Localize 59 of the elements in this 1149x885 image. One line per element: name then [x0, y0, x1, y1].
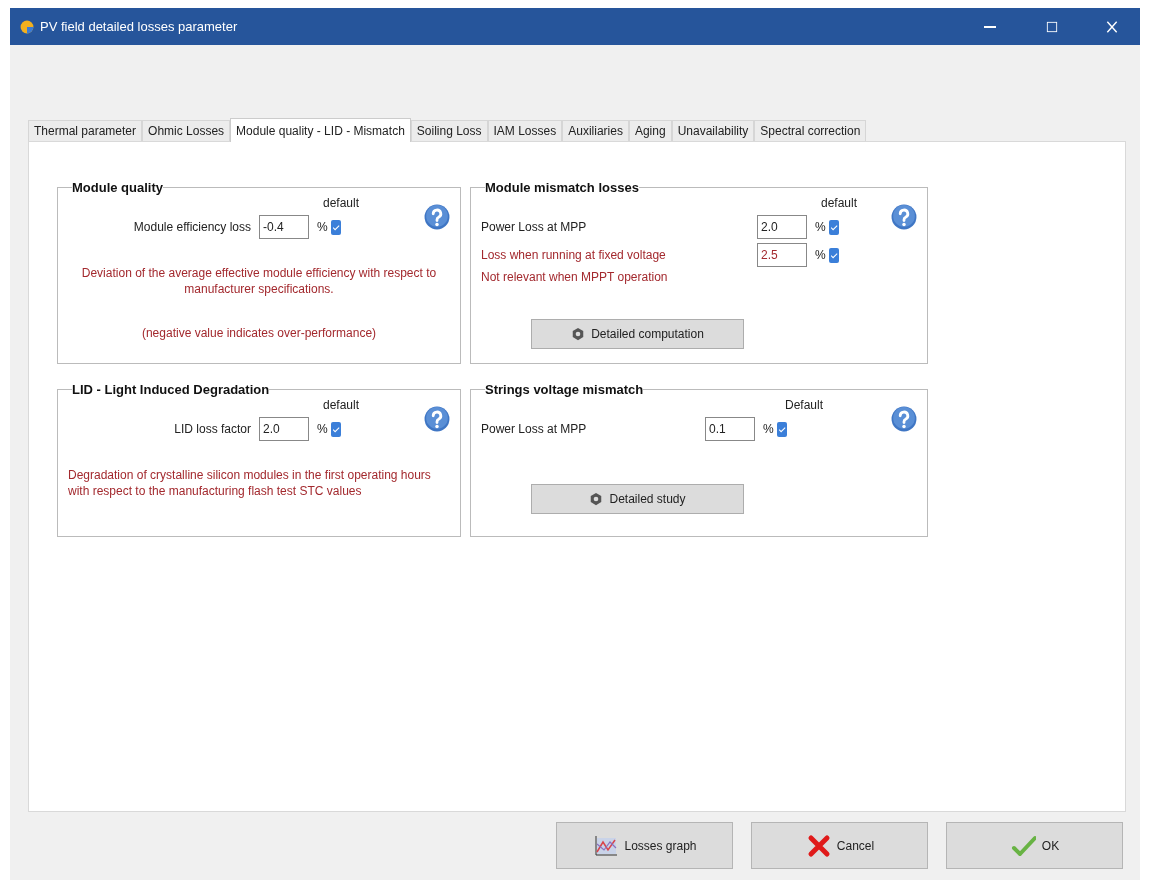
- tab[interactable]: IAM Losses: [487, 120, 563, 141]
- checkbox[interactable]: [828, 247, 839, 263]
- input-field[interactable]: 2.0: [259, 417, 309, 441]
- unit-label: %: [763, 422, 774, 436]
- sun-icon: [20, 19, 34, 34]
- note-text: Degradation of crystalline silicon modules in the first operating hours with respect to the manufacturing flash test STC values: [68, 467, 432, 499]
- checkbox[interactable]: [828, 219, 839, 235]
- cancel-button[interactable]: Cancel: [751, 822, 928, 869]
- graph-button[interactable]: Losses graph: [556, 822, 733, 869]
- check-icon: [1009, 833, 1036, 858]
- checkbox[interactable]: [330, 219, 341, 235]
- maximize-icon: [1045, 19, 1059, 34]
- group-title: Strings voltage mismatch: [485, 382, 644, 397]
- group-title: Module mismatch losses: [485, 180, 639, 195]
- default-label: Default: [784, 397, 825, 413]
- field-label: LID loss factor: [173, 422, 251, 436]
- field-label: Power Loss at MPP: [481, 422, 588, 436]
- gear-icon: [589, 492, 604, 506]
- tab[interactable]: Spectral correction: [754, 120, 867, 141]
- unit-label: %: [317, 422, 328, 436]
- group-title: Module quality: [72, 180, 163, 195]
- help-icon[interactable]: [424, 204, 450, 230]
- default-label: default: [820, 195, 859, 211]
- default-label: default: [322, 397, 361, 413]
- detail-button[interactable]: Detailed computation: [531, 319, 744, 349]
- input-field[interactable]: 2.5: [757, 243, 807, 267]
- window-title: PV field detailed losses parameter: [40, 19, 239, 34]
- note-text: Deviation of the average effective module efficiency with respect to manufacturer specifications.: [80, 265, 438, 297]
- field-label: Loss when running at fixed voltage: [481, 248, 667, 262]
- input-field[interactable]: 0.1: [705, 417, 755, 441]
- note-text: (negative value indicates over-performance): [140, 325, 378, 341]
- unit-label: %: [317, 220, 328, 234]
- chart-icon: [592, 833, 619, 858]
- ok-button[interactable]: OK: [946, 822, 1123, 869]
- minimize-icon: [984, 25, 996, 28]
- tab[interactable]: Aging: [628, 120, 672, 141]
- checkbox[interactable]: [776, 421, 787, 437]
- gear-icon: [571, 327, 586, 341]
- unit-label: %: [815, 220, 826, 234]
- field-label: Module efficiency loss: [132, 220, 251, 234]
- help-icon[interactable]: [891, 204, 917, 230]
- tab[interactable]: Thermal parameter: [28, 120, 143, 141]
- help-icon[interactable]: [891, 406, 917, 432]
- group-title: LID - Light Induced Degradation: [72, 382, 270, 397]
- tab[interactable]: Ohmic Losses: [142, 120, 231, 141]
- detail-button[interactable]: Detailed study: [531, 484, 744, 514]
- help-icon[interactable]: [424, 406, 450, 432]
- unit-label: %: [815, 248, 826, 262]
- field-label: Power Loss at MPP: [481, 220, 588, 234]
- note-text: Not relevant when MPPT operation: [481, 269, 669, 285]
- input-field[interactable]: 2.0: [757, 215, 807, 239]
- close-icon: [1105, 19, 1119, 34]
- tab[interactable]: Unavailability: [671, 120, 755, 141]
- tab[interactable]: Soiling Loss: [410, 120, 488, 141]
- default-label: default: [322, 195, 361, 211]
- checkbox[interactable]: [330, 421, 341, 437]
- tab[interactable]: Auxiliaries: [562, 120, 629, 141]
- input-field[interactable]: -0.4: [259, 215, 309, 239]
- tab[interactable]: Module quality - LID - Mismatch: [230, 118, 411, 142]
